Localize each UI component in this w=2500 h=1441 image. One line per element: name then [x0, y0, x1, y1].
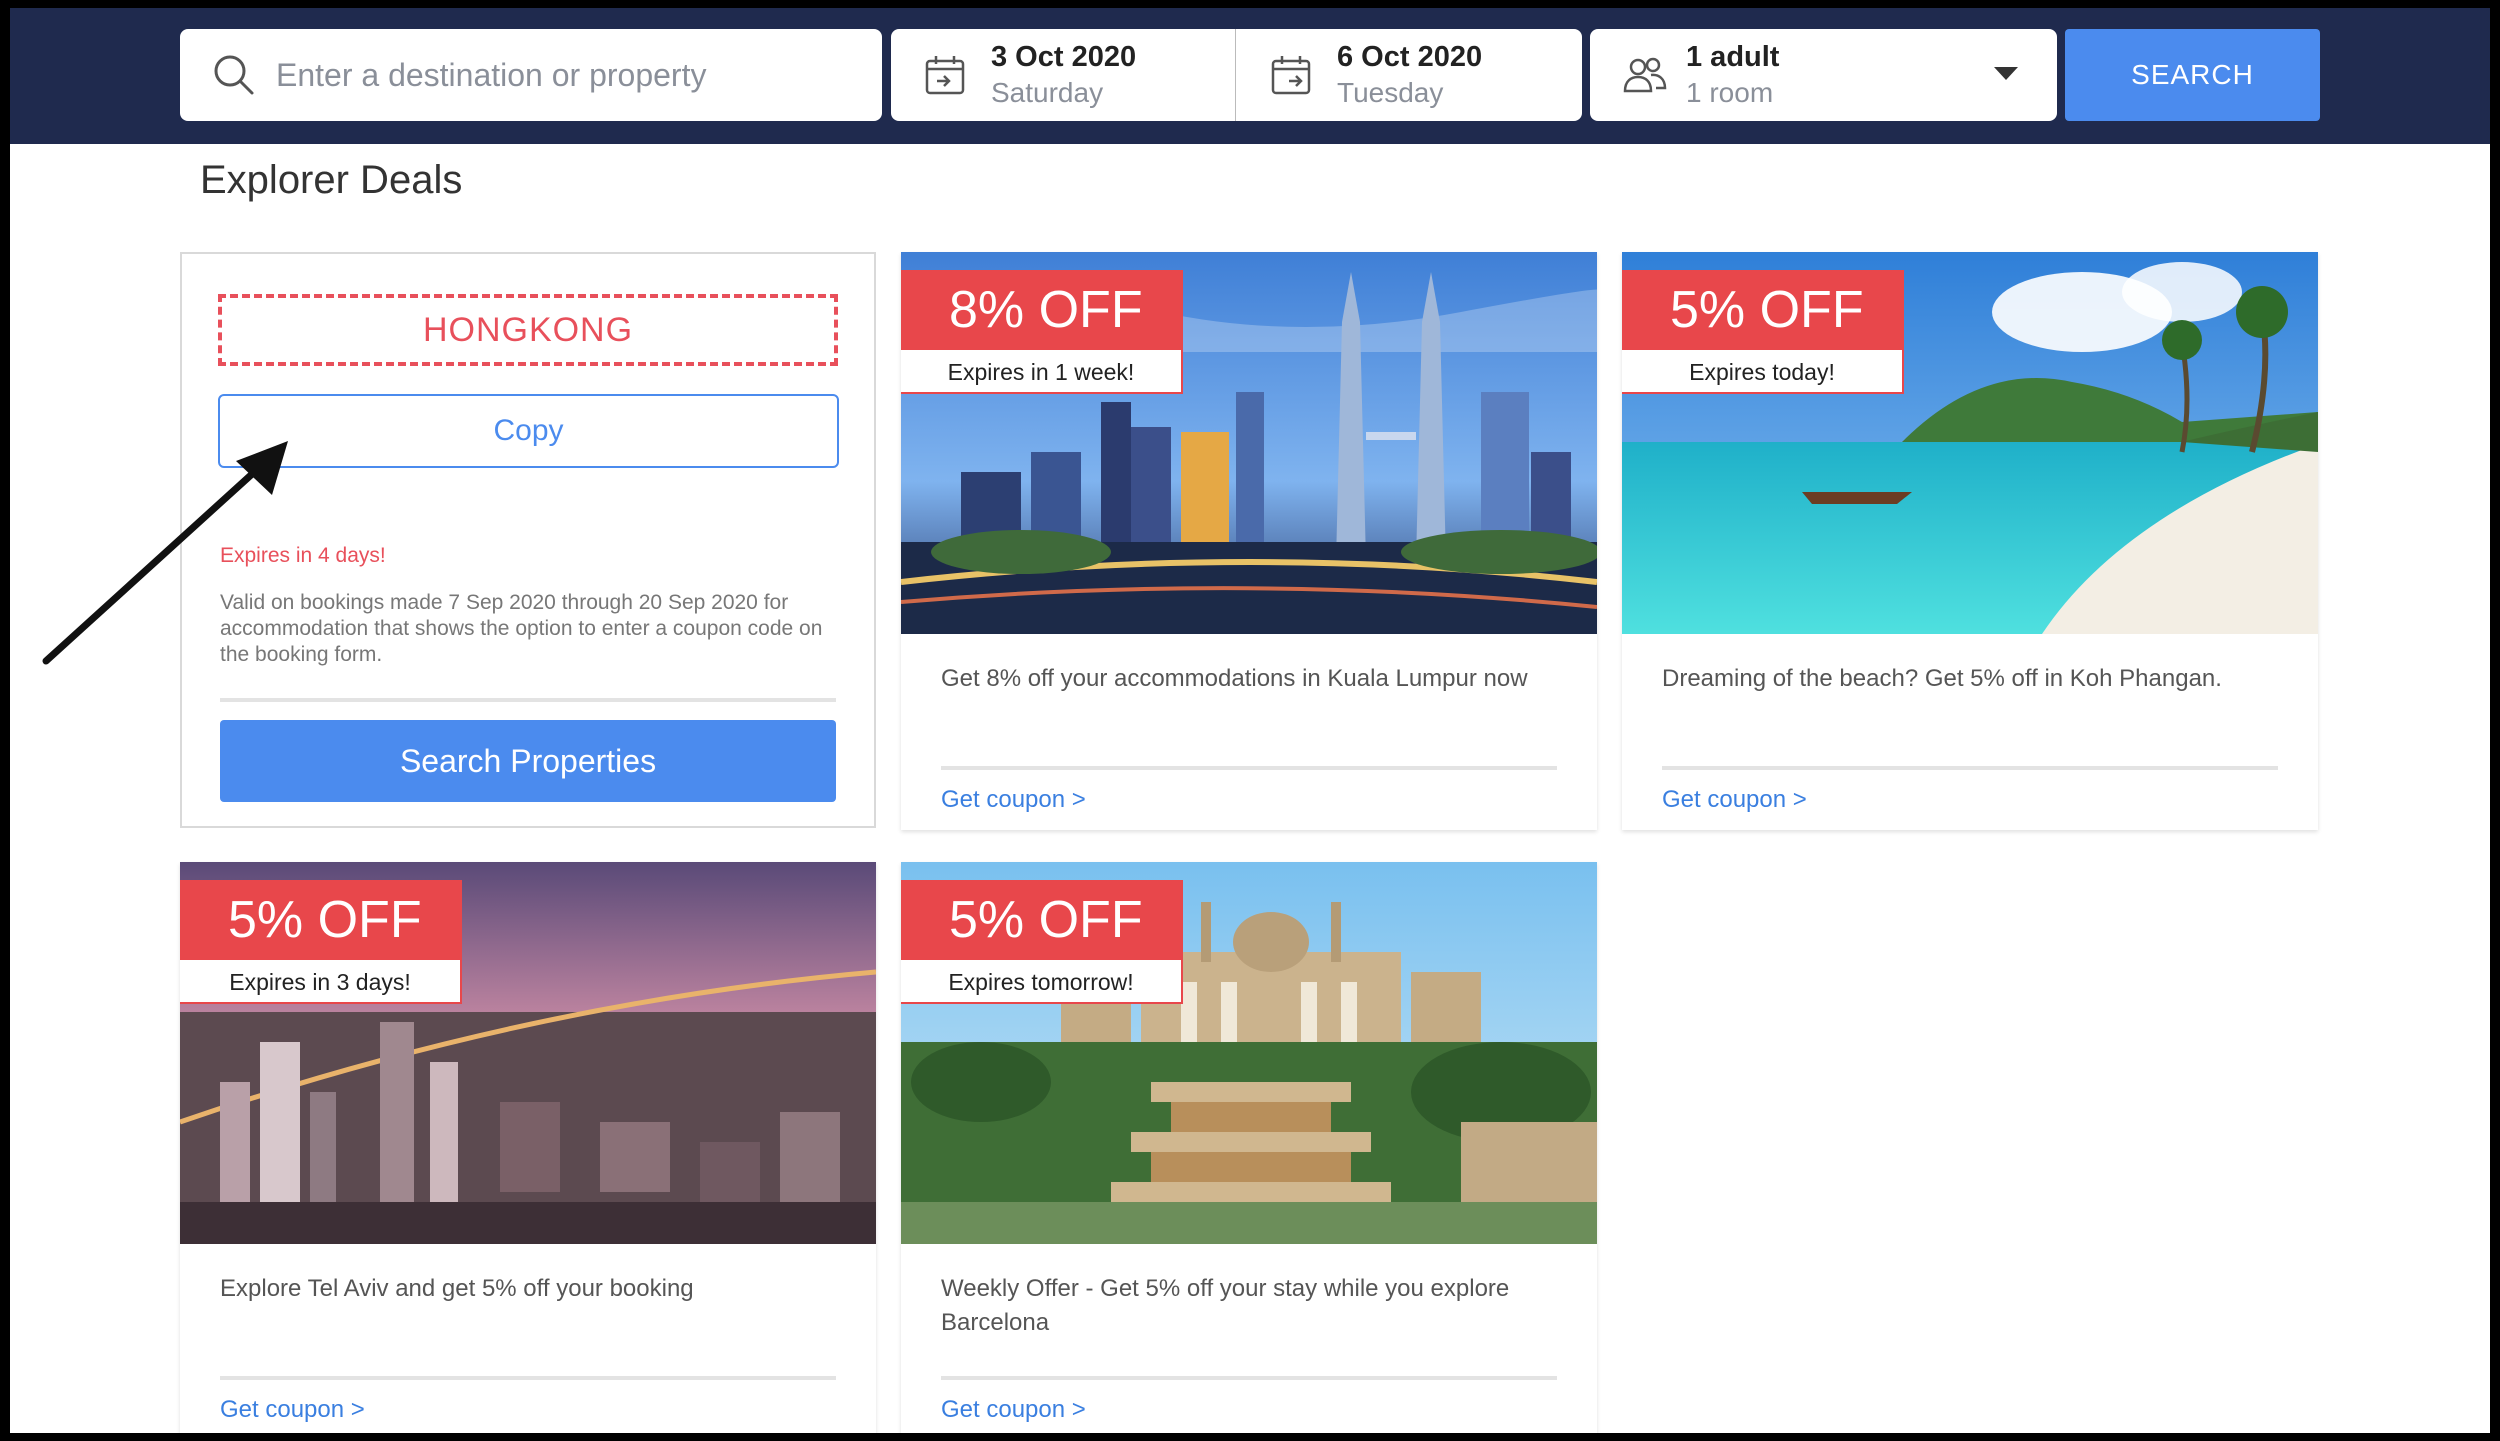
checkin-day: Saturday — [991, 77, 1104, 108]
search-button[interactable]: SEARCH — [2065, 29, 2320, 121]
page-title: Explorer Deals — [200, 158, 463, 202]
get-coupon-link[interactable]: Get coupon > — [220, 1396, 365, 1424]
deal-description: Weekly Offer - Get 5% off your stay whil… — [941, 1275, 1510, 1336]
rooms-count: 1 room — [1686, 77, 1774, 108]
deal-card-barcelona[interactable]: 5% OFF Expires tomorrow! Weekly Offer - … — [901, 862, 1597, 1433]
destination-input[interactable] — [276, 47, 856, 103]
destination-search-box[interactable] — [180, 29, 882, 121]
deal-description: Get 8% off your accommodations in Kuala … — [941, 665, 1528, 692]
deal-card-tel-aviv[interactable]: 5% OFF Expires in 3 days! Explore Tel Av… — [180, 862, 876, 1433]
copy-button[interactable]: Copy — [218, 394, 839, 468]
checkin-date: 3 Oct 2020 — [991, 41, 1137, 73]
deal-card-koh-phangan[interactable]: 5% OFF Expires today! Dreaming of the be… — [1622, 252, 2318, 830]
divider — [220, 698, 836, 702]
divider — [941, 1376, 1557, 1380]
checkout-day: Tuesday — [1337, 77, 1444, 108]
calendar-checkout-icon — [1271, 56, 1311, 95]
deal-card-kuala-lumpur[interactable]: 8% OFF Expires in 1 week! Get 8% off you… — [901, 252, 1597, 830]
get-coupon-link[interactable]: Get coupon > — [941, 786, 1086, 814]
checkin-date-field[interactable]: 3 Oct 2020 Saturday — [891, 29, 1236, 121]
deal-expiry: Expires today! — [1622, 350, 1904, 394]
deal-expiry: Expires in 1 week! — [901, 350, 1183, 394]
chevron-down-icon — [1994, 67, 2018, 80]
get-coupon-link[interactable]: Get coupon > — [941, 1396, 1086, 1424]
search-header: 3 Oct 2020 Saturday 6 Oct 2020 Tuesday — [10, 8, 2490, 144]
get-coupon-link[interactable]: Get coupon > — [1662, 786, 1807, 814]
deal-description: Dreaming of the beach? Get 5% off in Koh… — [1662, 665, 2222, 692]
discount-badge: 8% OFF — [901, 270, 1183, 350]
discount-badge: 5% OFF — [180, 880, 462, 960]
search-icon — [214, 55, 254, 95]
divider — [1662, 766, 2278, 770]
divider — [941, 766, 1557, 770]
discount-badge: 5% OFF — [1622, 270, 1904, 350]
deal-description: Explore Tel Aviv and get 5% off your boo… — [220, 1275, 694, 1302]
checkout-date: 6 Oct 2020 — [1337, 41, 1483, 73]
coupon-terms: Valid on bookings made 7 Sep 2020 throug… — [220, 591, 823, 666]
guests-icon — [1623, 57, 1667, 93]
calendar-checkin-icon — [925, 56, 965, 95]
coupon-code: HONGKONG — [218, 294, 838, 366]
date-picker: 3 Oct 2020 Saturday 6 Oct 2020 Tuesday — [891, 29, 1582, 121]
search-properties-button[interactable]: Search Properties — [220, 720, 836, 802]
divider — [220, 1376, 836, 1380]
checkout-date-field[interactable]: 6 Oct 2020 Tuesday — [1237, 29, 1582, 121]
adults-count: 1 adult — [1686, 41, 1780, 73]
page-frame: 3 Oct 2020 Saturday 6 Oct 2020 Tuesday — [10, 8, 2490, 1433]
discount-badge: 5% OFF — [901, 880, 1183, 960]
annotation-arrow-icon — [42, 441, 288, 665]
guests-selector[interactable]: 1 adult 1 room — [1590, 29, 2057, 121]
deal-expiry: Expires in 3 days! — [180, 960, 462, 1004]
deal-expiry: Expires tomorrow! — [901, 960, 1183, 1004]
